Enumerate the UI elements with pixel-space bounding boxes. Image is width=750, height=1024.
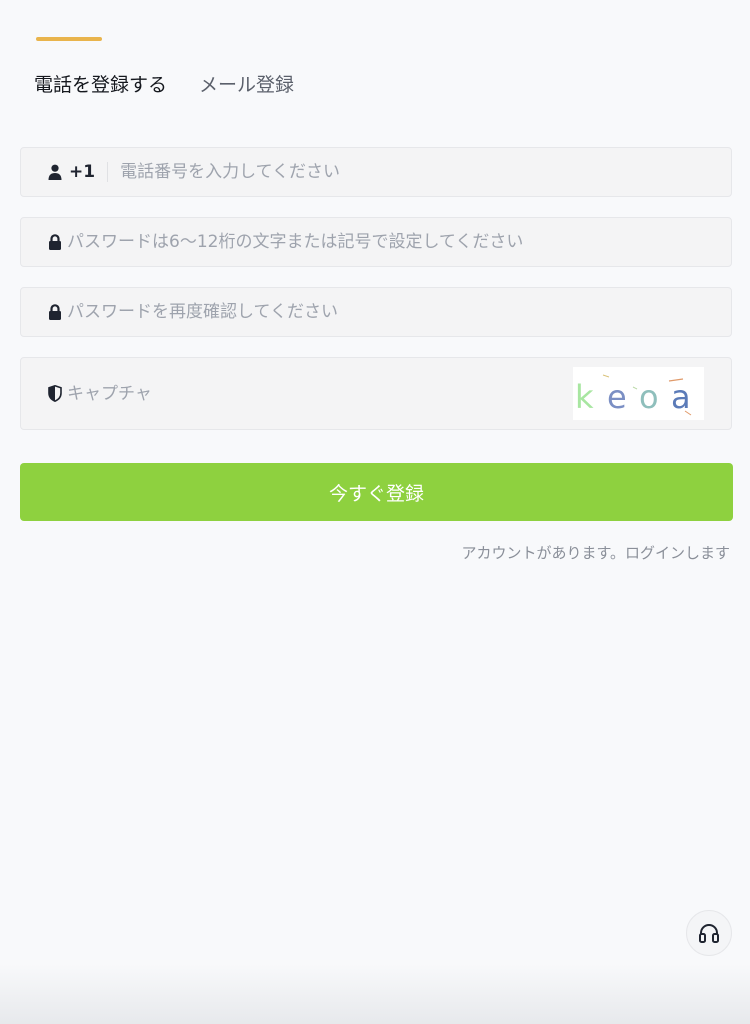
headset-icon xyxy=(698,923,720,943)
country-code: +1 xyxy=(69,162,96,182)
confirm-password-input[interactable] xyxy=(67,302,731,322)
phone-prefix[interactable]: +1 xyxy=(47,162,95,182)
captcha-char: o xyxy=(639,378,659,416)
lock-icon xyxy=(47,233,63,251)
confirm-password-field xyxy=(20,287,732,337)
captcha-char: k xyxy=(575,378,594,416)
phone-input[interactable] xyxy=(120,162,731,182)
captcha-image[interactable]: k e o a xyxy=(573,367,704,420)
captcha-char: a xyxy=(671,378,691,416)
password-field xyxy=(20,217,732,267)
tab-phone-register[interactable]: 電話を登録する xyxy=(34,70,167,111)
password-input[interactable] xyxy=(67,232,731,252)
prefix-divider xyxy=(107,162,109,182)
phone-field: +1 xyxy=(20,147,732,197)
captcha-field: k e o a xyxy=(20,357,732,430)
active-tab-indicator xyxy=(36,37,102,41)
tab-email-register[interactable]: メール登録 xyxy=(199,70,294,111)
lock-icon xyxy=(47,303,63,321)
customer-support-button[interactable] xyxy=(686,910,732,956)
captcha-char: e xyxy=(607,378,627,416)
register-tabs: 電話を登録する メール登録 xyxy=(34,70,294,111)
captcha-input[interactable] xyxy=(67,383,581,404)
register-now-button[interactable]: 今すぐ登録 xyxy=(20,463,733,521)
shield-icon xyxy=(47,385,63,403)
bottom-edge-shadow xyxy=(0,964,750,1024)
user-icon xyxy=(47,163,63,181)
login-link[interactable]: アカウントがあります。ログインします xyxy=(461,542,730,563)
